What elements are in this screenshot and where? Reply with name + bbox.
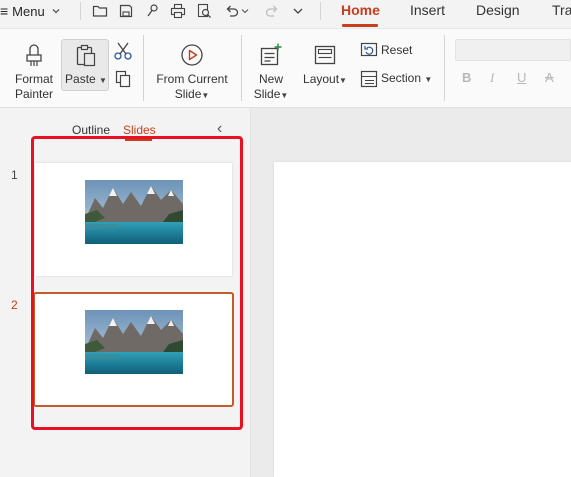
tab-slides[interactable]: Slides (123, 122, 156, 138)
new-slide-label-line1: New (258, 72, 283, 86)
reset-slide-icon (360, 42, 378, 57)
new-slide-button[interactable]: New Slide▼ (249, 35, 293, 103)
mountain-lake-image (85, 180, 183, 244)
section-button[interactable]: Section ▼ (360, 69, 436, 89)
new-slide-icon (260, 43, 282, 66)
layout-label: Layout (303, 72, 340, 86)
from-current-label-line1: From Current (156, 72, 228, 86)
from-current-dropdown-icon: ▼ (201, 91, 210, 100)
save-button[interactable] (116, 0, 136, 22)
mountain-lake-picture (85, 310, 183, 374)
slide-canvas[interactable] (274, 162, 571, 477)
collapse-panel-icon[interactable]: ‹ (217, 120, 222, 138)
reset-label: Reset (381, 43, 413, 57)
slide-number-2: 2 (11, 298, 18, 312)
new-slide-label-line2: Slide (253, 87, 281, 101)
menu-label: Menu (12, 3, 45, 19)
paste-label-wrap: Paste ▼ (65, 72, 107, 88)
undo-button[interactable] (222, 0, 250, 22)
format-painter-icon (26, 44, 42, 66)
hamburger-icon: ≡ (0, 3, 9, 19)
tab-outline[interactable]: Outline (72, 122, 110, 138)
play-slideshow-icon (181, 44, 203, 66)
paste-dropdown-icon: ▼ (99, 76, 107, 85)
tab-transitions[interactable]: Tra (552, 1, 571, 19)
quick-access-bar: ≡ Menu Home Insert Design Tra (0, 0, 571, 28)
active-tab-indicator (342, 24, 378, 27)
paste-button[interactable]: Paste ▼ (61, 39, 109, 91)
font-name-input[interactable] (455, 39, 571, 61)
copy-icon (115, 70, 131, 88)
more-button[interactable] (289, 0, 307, 22)
save-icon (119, 4, 133, 18)
from-current-label-line2: Slide (174, 87, 202, 101)
format-painter-label-line1: Format (14, 72, 53, 86)
folder-icon (92, 5, 108, 17)
from-current-slide-button[interactable]: From Current Slide▼ (152, 35, 232, 103)
print-preview-icon (197, 3, 211, 18)
strikethrough-button[interactable]: A (545, 70, 559, 85)
underline-button[interactable]: U (517, 70, 531, 85)
print-preview-button[interactable] (194, 0, 214, 22)
layout-label-wrap: Layout▼ (300, 72, 350, 88)
menu-button[interactable]: ≡ Menu (0, 0, 72, 22)
italic-button[interactable]: I (490, 70, 504, 86)
paste-label: Paste (65, 72, 96, 86)
section-dropdown-icon: ▼ (424, 75, 433, 84)
new-slide-line2-wrap: Slide▼ (249, 87, 293, 103)
section-label: Section (381, 71, 422, 85)
print-button[interactable] (168, 0, 188, 22)
from-current-line2-wrap: Slide▼ (152, 87, 232, 103)
copy-button[interactable] (113, 69, 133, 89)
open-file-button[interactable] (90, 0, 110, 22)
mountain-lake-image (85, 310, 183, 374)
slide-number-1: 1 (11, 168, 18, 182)
print-icon (170, 3, 186, 19)
redo-button[interactable] (262, 0, 282, 22)
more-chevron-icon (293, 8, 303, 14)
tab-insert[interactable]: Insert (410, 1, 445, 19)
format-painter-button[interactable]: Format Painter (6, 35, 62, 103)
slide-thumbnail-2[interactable] (33, 292, 234, 407)
slides-tab-underline (125, 139, 152, 141)
scissors-icon (114, 42, 132, 60)
section-icon (360, 70, 378, 88)
chevron-down-icon (52, 9, 60, 14)
share-link-icon (147, 4, 158, 17)
undo-icon (226, 5, 238, 17)
format-painter-label-line2: Painter (14, 87, 54, 101)
paste-clipboard-icon (76, 44, 96, 67)
redo-icon (265, 5, 278, 17)
layout-icon (314, 45, 336, 65)
reset-button[interactable]: Reset (360, 41, 420, 61)
bold-button[interactable]: B (462, 70, 476, 85)
tab-home[interactable]: Home (341, 1, 380, 19)
section-label-wrap: Section ▼ (381, 71, 432, 87)
slide-thumbnail-1[interactable] (35, 163, 232, 276)
layout-dropdown-icon: ▼ (339, 76, 347, 85)
tab-design[interactable]: Design (476, 1, 520, 19)
share-button[interactable] (142, 0, 162, 22)
ribbon: Format Painter Paste ▼ From Current Slid… (0, 28, 571, 108)
undo-dropdown-icon (241, 9, 248, 14)
mountain-lake-picture (85, 180, 183, 244)
layout-button[interactable]: Layout▼ (300, 35, 350, 91)
cut-button[interactable] (113, 41, 133, 61)
new-slide-dropdown-icon: ▼ (280, 91, 289, 100)
